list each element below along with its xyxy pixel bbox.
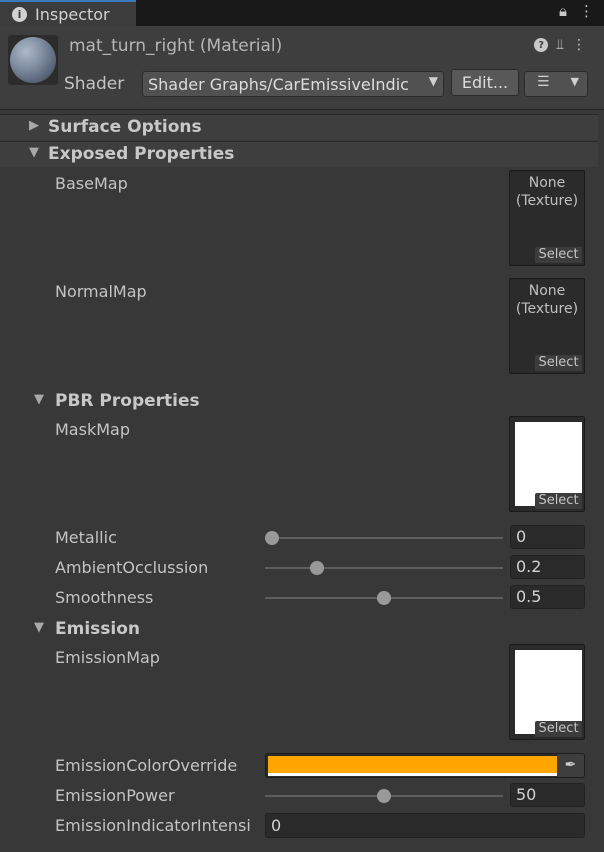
- normalmap-label: NormalMap: [55, 282, 147, 301]
- ambient-occlusion-slider-thumb[interactable]: [309, 561, 324, 575]
- material-preview: [8, 35, 58, 85]
- shader-label: Shader: [64, 74, 125, 94]
- texture-none-text: None (Texture): [515, 175, 579, 209]
- metallic-field[interactable]: 0: [510, 525, 585, 549]
- tab-title: Inspector: [35, 4, 110, 24]
- section-emission[interactable]: ▼ Emission: [0, 617, 598, 643]
- normalmap-texture-slot[interactable]: None (Texture) Select: [509, 278, 585, 374]
- maskmap-texture-slot[interactable]: Select: [509, 416, 585, 512]
- chevron-down-icon: ▼: [570, 75, 579, 88]
- texture-none-text: None (Texture): [515, 283, 579, 317]
- edit-shader-button[interactable]: Edit...: [451, 69, 519, 96]
- eyedropper-icon[interactable]: ✒: [557, 754, 584, 777]
- emissionmap-select-button[interactable]: Select: [535, 721, 582, 737]
- section-title: Emission: [55, 619, 140, 639]
- ambient-occlusion-slider-track[interactable]: [265, 567, 503, 569]
- emission-power-field[interactable]: 50: [510, 783, 585, 807]
- material-title: mat_turn_right (Material): [69, 36, 283, 56]
- tab-inspector[interactable]: i Inspector: [0, 0, 136, 26]
- expanded-arrow-icon: ▼: [34, 392, 44, 407]
- emission-indicator-field[interactable]: 0: [265, 813, 585, 838]
- list-icon: ☰: [537, 74, 550, 90]
- tab-actions: 🔒︎ ⋮: [559, 2, 594, 20]
- metallic-label: Metallic: [55, 528, 117, 547]
- normalmap-select-button[interactable]: Select: [535, 355, 582, 371]
- kebab-icon[interactable]: ⋮: [579, 2, 594, 20]
- basemap-select-button[interactable]: Select: [535, 247, 582, 263]
- emission-power-slider-thumb[interactable]: [377, 789, 391, 803]
- section-title: Exposed Properties: [48, 144, 235, 164]
- section-title: Surface Options: [48, 117, 202, 137]
- section-pbr-properties[interactable]: ▼ PBR Properties: [0, 389, 598, 415]
- chevron-down-icon: ▼: [428, 74, 438, 88]
- maskmap-label: MaskMap: [55, 420, 130, 439]
- smoothness-label: Smoothness: [55, 588, 154, 607]
- section-title: PBR Properties: [55, 391, 200, 411]
- section-exposed-properties[interactable]: ▼ Exposed Properties: [0, 141, 598, 167]
- emissionmap-label: EmissionMap: [55, 648, 160, 667]
- smoothness-field[interactable]: 0.5: [510, 585, 585, 609]
- color-swatch[interactable]: [268, 756, 557, 773]
- alpha-bar: [268, 773, 557, 776]
- info-icon: i: [12, 6, 27, 22]
- material-header: mat_turn_right (Material) ? ⫫ ⋮ Shader S…: [0, 26, 604, 110]
- emission-color-label: EmissionColorOverride: [55, 756, 238, 775]
- shader-options-button[interactable]: ☰ ▼: [524, 71, 588, 97]
- ambient-occlusion-field[interactable]: 0.2: [510, 555, 585, 579]
- preset-icon[interactable]: ⫫: [556, 37, 564, 53]
- shader-dropdown[interactable]: Shader Graphs/CarEmissiveIndic ▼: [142, 71, 444, 97]
- lock-icon[interactable]: 🔒︎: [559, 2, 567, 20]
- shader-value: Shader Graphs/CarEmissiveIndic: [148, 75, 409, 94]
- emission-color-field[interactable]: ✒: [265, 753, 585, 778]
- expanded-arrow-icon: ▼: [34, 620, 44, 635]
- maskmap-select-button[interactable]: Select: [535, 493, 582, 509]
- kebab-icon[interactable]: ⋮: [572, 37, 586, 53]
- header-icons: ? ⫫ ⋮: [534, 37, 586, 53]
- metallic-slider-thumb[interactable]: [265, 531, 279, 545]
- section-surface-options[interactable]: ▶ Surface Options: [0, 114, 598, 140]
- collapsed-arrow-icon: ▶: [29, 118, 39, 133]
- metallic-slider-track[interactable]: [265, 537, 503, 539]
- basemap-texture-slot[interactable]: None (Texture) Select: [509, 170, 585, 266]
- help-icon[interactable]: ?: [534, 38, 549, 52]
- smoothness-slider-thumb[interactable]: [377, 591, 391, 605]
- emission-indicator-label: EmissionIndicatorIntensi: [55, 816, 251, 835]
- preview-sphere: [10, 37, 56, 83]
- emission-power-label: EmissionPower: [55, 786, 175, 805]
- expanded-arrow-icon: ▼: [29, 145, 39, 160]
- tab-bar: i Inspector 🔒︎ ⋮: [0, 0, 604, 26]
- basemap-label: BaseMap: [55, 174, 128, 193]
- emissionmap-texture-slot[interactable]: Select: [509, 644, 585, 740]
- ambient-occlusion-label: AmbientOcclussion: [55, 558, 209, 577]
